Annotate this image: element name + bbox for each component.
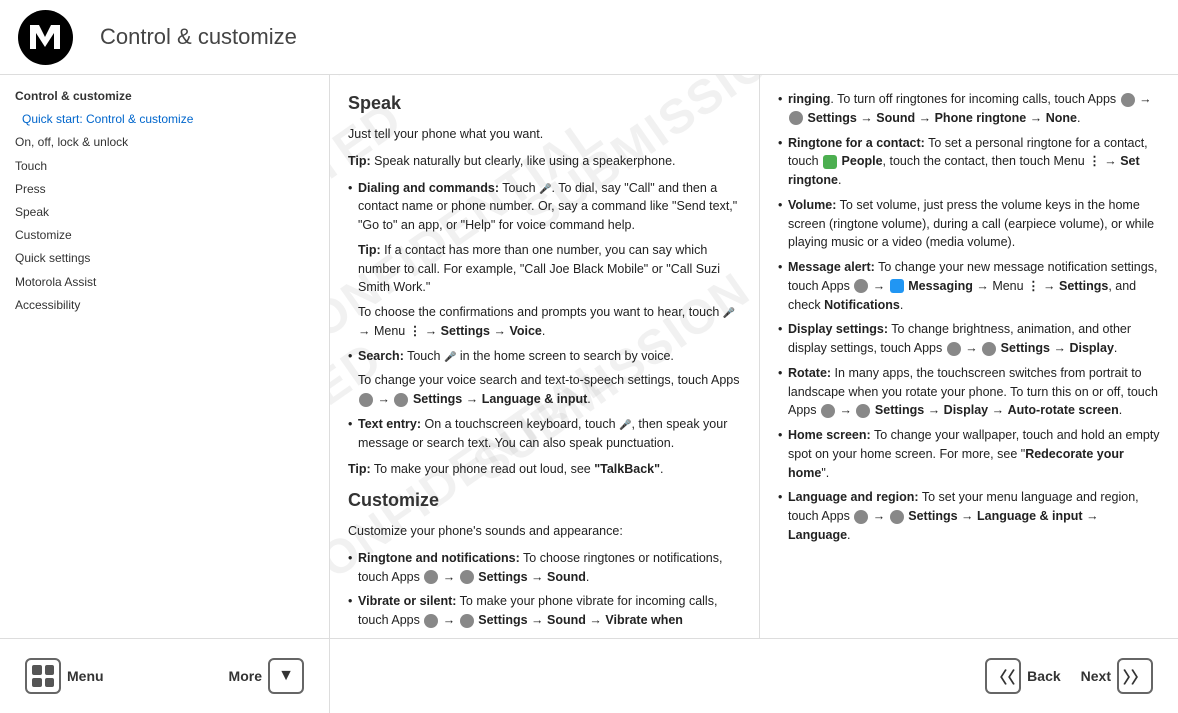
- next-button[interactable]: Next 〉〉: [1071, 652, 1163, 700]
- menu-icon: [25, 658, 61, 694]
- bullet-volume-label: Volume:: [788, 198, 836, 212]
- right-bullet-list: ringing. To turn off ringtones for incom…: [778, 90, 1160, 545]
- bullet-ringtone-notifications: Ringtone and notifications: To choose ri…: [348, 549, 741, 587]
- menu-label: Menu: [67, 668, 104, 684]
- sub-para-search: To change your voice search and text-to-…: [358, 371, 741, 409]
- bullet-search-label: Search:: [358, 349, 404, 363]
- bullet-rotate: Rotate: In many apps, the touchscreen sw…: [778, 364, 1160, 420]
- bullet-dialing: Dialing and commands: Touch 🎤. To dial, …: [348, 179, 741, 341]
- bullet-search: Search: Touch 🎤 in the home screen to se…: [348, 347, 741, 409]
- bullet-volume-text: To set volume, just press the volume key…: [788, 198, 1154, 250]
- speak-intro: Just tell your phone what you want.: [348, 125, 741, 144]
- bullet-ringtone-contact: Ringtone for a contact: To set a persona…: [778, 134, 1160, 190]
- bullet-volume: Volume: To set volume, just press the vo…: [778, 196, 1160, 252]
- sidebar-item-on-off-lock[interactable]: On, off, lock & unlock: [0, 131, 329, 154]
- more-icon: ▼: [268, 658, 304, 694]
- tip1-text: Speak naturally but clearly, like using …: [371, 154, 676, 168]
- sidebar-item-touch[interactable]: Touch: [0, 155, 329, 178]
- bullet-message-alert-label: Message alert:: [788, 260, 875, 274]
- back-button[interactable]: 〈〈 Back: [975, 652, 1070, 700]
- bullet-language-label: Language and region:: [788, 490, 919, 504]
- bullet-language-region: Language and region: To set your menu la…: [778, 488, 1160, 544]
- right-panel: ringing. To turn off ringtones for incom…: [760, 75, 1178, 713]
- speak-bullet-list: Dialing and commands: Touch 🎤. To dial, …: [348, 179, 741, 453]
- main-container: Control & customize Quick start: Control…: [0, 75, 1178, 713]
- bullet-text-entry: Text entry: On a touchscreen keyboard, t…: [348, 415, 741, 453]
- bullet-text-entry-label: Text entry:: [358, 417, 421, 431]
- back-label: Back: [1027, 668, 1060, 684]
- sidebar-item-control-customize[interactable]: Control & customize: [0, 85, 329, 108]
- bullet-display-label: Display settings:: [788, 322, 888, 336]
- menu-icon-dot2: [45, 665, 55, 675]
- customize-bullet-list: Ringtone and notifications: To choose ri…: [348, 549, 741, 630]
- header: Control & customize: [0, 0, 1178, 75]
- bullet-rotate-text: In many apps, the touchscreen switches f…: [788, 366, 1158, 418]
- menu-icon-dot3: [32, 678, 42, 688]
- tip2-text: To make your phone read out loud, see "T…: [371, 462, 664, 476]
- tip2-label: Tip:: [348, 462, 371, 476]
- bullet-ringing-text: ringing. To turn off ringtones for incom…: [788, 92, 1152, 125]
- sidebar-item-motorola-assist[interactable]: Motorola Assist: [0, 271, 329, 294]
- sidebar-item-accessibility[interactable]: Accessibility: [0, 294, 329, 317]
- customize-title: Customize: [348, 487, 741, 514]
- more-label: More: [229, 668, 262, 684]
- sidebar-item-quick-start[interactable]: Quick start: Control & customize: [0, 108, 329, 131]
- menu-icon-dot4: [45, 678, 55, 688]
- tip1-label: Tip:: [348, 154, 371, 168]
- sub-tip-dialing-label: Tip:: [358, 243, 381, 257]
- bullet-ringtone-label: Ringtone and notifications:: [358, 551, 520, 565]
- sub-tip-dialing: Tip: If a contact has more than one numb…: [358, 241, 741, 297]
- nav-left: Menu More ▼: [0, 639, 330, 713]
- bottom-nav: Menu More ▼ 〈〈 Back Next 〉〉: [0, 638, 1178, 713]
- menu-button[interactable]: Menu: [15, 652, 114, 700]
- sidebar-item-press[interactable]: Press: [0, 178, 329, 201]
- bullet-home-screen: Home screen: To change your wallpaper, t…: [778, 426, 1160, 482]
- customize-intro: Customize your phone's sounds and appear…: [348, 522, 741, 541]
- speak-title: Speak: [348, 90, 741, 117]
- sub-tip-dialing-text: If a contact has more than one number, y…: [358, 243, 720, 295]
- sidebar: Control & customize Quick start: Control…: [0, 75, 330, 713]
- left-panel: Speak Just tell your phone what you want…: [330, 75, 760, 713]
- motorola-logo: [18, 10, 73, 65]
- sidebar-item-customize[interactable]: Customize: [0, 224, 329, 247]
- tip1: Tip: Speak naturally but clearly, like u…: [348, 152, 741, 171]
- bullet-dialing-label: Dialing and commands:: [358, 181, 499, 195]
- sub-para-dialing: To choose the confirmations and prompts …: [358, 303, 741, 341]
- bullet-display-settings: Display settings: To change brightness, …: [778, 320, 1160, 358]
- next-label: Next: [1081, 668, 1111, 684]
- logo-area: [0, 10, 90, 65]
- bullet-ringtone-contact-label: Ringtone for a contact:: [788, 136, 925, 150]
- next-icon: 〉〉: [1117, 658, 1153, 694]
- bullet-message-alert: Message alert: To change your new messag…: [778, 258, 1160, 314]
- motorola-m-icon: [25, 17, 65, 57]
- bullet-ringing: ringing. To turn off ringtones for incom…: [778, 90, 1160, 128]
- bullet-vibrate-label: Vibrate or silent:: [358, 594, 456, 608]
- content-area: Speak Just tell your phone what you want…: [330, 75, 1178, 713]
- back-icon: 〈〈: [985, 658, 1021, 694]
- sidebar-item-speak[interactable]: Speak: [0, 201, 329, 224]
- menu-icon-dot1: [32, 665, 42, 675]
- bullet-rotate-label: Rotate:: [788, 366, 831, 380]
- bullet-search-text: Touch 🎤 in the home screen to search by …: [407, 349, 674, 363]
- sidebar-item-quick-settings[interactable]: Quick settings: [0, 247, 329, 270]
- page-title: Control & customize: [90, 24, 297, 50]
- bullet-vibrate: Vibrate or silent: To make your phone vi…: [348, 592, 741, 630]
- tip2: Tip: To make your phone read out loud, s…: [348, 460, 741, 479]
- nav-right: 〈〈 Back Next 〉〉: [330, 639, 1178, 713]
- more-button[interactable]: More ▼: [219, 652, 314, 700]
- bullet-home-label: Home screen:: [788, 428, 871, 442]
